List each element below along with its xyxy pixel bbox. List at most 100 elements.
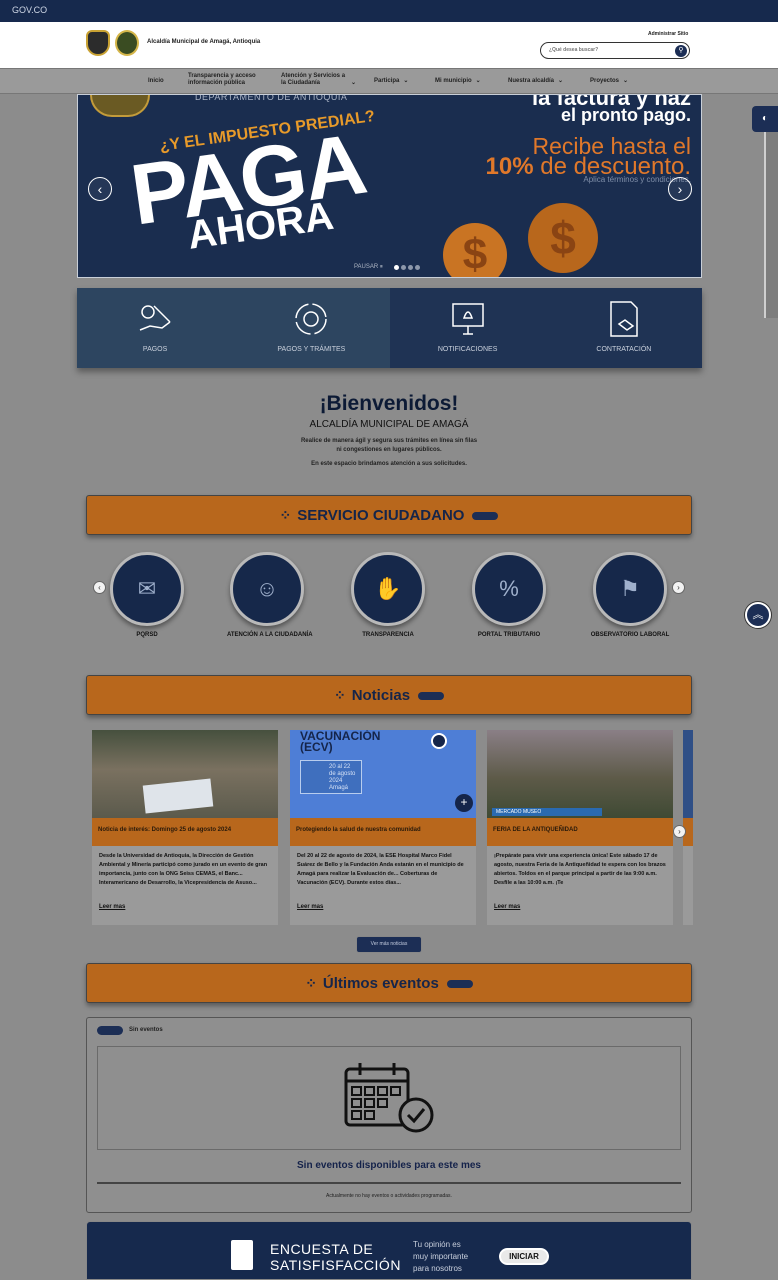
calendar-check-icon bbox=[344, 1063, 434, 1133]
services-next-button[interactable]: › bbox=[672, 581, 685, 594]
nav-item-atencion[interactable]: Atención y Servicios a la Ciudadanía ⌄ bbox=[281, 73, 356, 87]
divider bbox=[97, 1182, 681, 1184]
nav-item-mi-municipio[interactable]: Mi municipio ⌄ bbox=[435, 78, 481, 85]
quick-access-label: CONTRATACIÓN bbox=[596, 346, 652, 353]
coin-icon: $ bbox=[443, 223, 507, 277]
news-card[interactable]: Noticia de interés: Domingo 25 de agosto… bbox=[92, 730, 278, 925]
read-more-link[interactable]: Leer mas bbox=[297, 904, 323, 910]
satisfaction-survey-banner: ENCUESTA DE SATISFISFACCIÓN Tu opinión es… bbox=[86, 1221, 692, 1280]
service-item-atencion[interactable]: ☺ ATENCIÓN A LA CIUDADANÍA bbox=[227, 552, 313, 638]
events-calendar-box bbox=[97, 1046, 681, 1150]
events-empty-sub: Actualmente no hay eventos o actividades… bbox=[326, 1193, 452, 1199]
news-description: Del 20 al 22 de agosto de 2024, la ESE H… bbox=[297, 853, 464, 886]
welcome-text: Realice de manera ágil y segura sus trám… bbox=[300, 438, 478, 453]
welcome-title: ¡Bienvenidos! bbox=[319, 392, 459, 415]
chat-bubbles-icon: ✉ bbox=[110, 552, 184, 626]
events-panel: Sin eventos Sin eventos disponibles para… bbox=[86, 1017, 692, 1213]
quick-access-bar: PAGOS PAGOS Y TRÁMITES NOTIFICACIONES CO… bbox=[77, 288, 702, 368]
quick-access-label: NOTIFICACIONES bbox=[437, 346, 498, 353]
hero-slider[interactable]: DEPARTAMENTO DE ANTIOQUIA ¿Y EL IMPUESTO… bbox=[77, 94, 702, 278]
events-empty-message: Sin eventos disponibles para este mes bbox=[297, 1160, 481, 1171]
survey-start-button[interactable]: INICIAR bbox=[499, 1248, 549, 1265]
handshake-icon: ✋ bbox=[351, 552, 425, 626]
service-item-transparencia[interactable]: ✋ TRANSPARENCIA bbox=[348, 552, 428, 638]
payment-hand-icon bbox=[139, 305, 171, 331]
nav-item-transparencia[interactable]: Transparencia y acceso información públi… bbox=[188, 73, 260, 87]
quick-access-pagos[interactable]: PAGOS bbox=[77, 288, 234, 368]
services-prev-button[interactable]: ‹ bbox=[93, 581, 106, 594]
dots-icon: ⁘ bbox=[305, 975, 317, 991]
search-icon[interactable]: ⚲ bbox=[675, 45, 687, 57]
slider-prev-button[interactable]: ‹ bbox=[88, 177, 112, 201]
slider-dot[interactable] bbox=[415, 265, 420, 270]
admin-site-link[interactable]: Administrar Sitio bbox=[648, 31, 688, 37]
chevron-down-icon: ⌄ bbox=[558, 78, 564, 84]
news-card[interactable]: VACUNACIÓN (ECV) 20 al 22 de agosto 2024… bbox=[290, 730, 476, 925]
slider-pause-button[interactable]: PAUSAR ⏸ bbox=[354, 264, 383, 271]
decor-pill bbox=[418, 692, 445, 701]
service-item-observatorio[interactable]: ⚑ OBSERVATORIO LABORAL bbox=[590, 552, 670, 638]
service-item-pqrsd[interactable]: ✉ PQRSD bbox=[107, 552, 187, 638]
monitor-bell-icon bbox=[451, 303, 484, 335]
section-title: SERVICIO CIUDADANO bbox=[297, 507, 465, 524]
person-desk-icon: ☺ bbox=[230, 552, 304, 626]
secondary-seal-logo[interactable] bbox=[115, 30, 139, 56]
news-card[interactable]: MERCADO MUSEO FERIA DE LA ANTIQUEÑIDAD ¡… bbox=[487, 730, 673, 925]
decor-pill bbox=[472, 512, 499, 521]
search-box: ⚲ bbox=[540, 42, 690, 59]
quick-access-label: PAGOS Y TRÁMITES bbox=[277, 346, 346, 353]
back-to-top-button[interactable]: ︽ bbox=[745, 602, 771, 628]
quick-access-pagos-tramites[interactable]: PAGOS Y TRÁMITES bbox=[233, 288, 390, 368]
news-description: ¡Prepárate para vivir una experiencia ún… bbox=[494, 853, 666, 886]
slider-department: DEPARTAMENTO DE ANTIOQUIA bbox=[195, 94, 348, 102]
events-tag-toggle[interactable] bbox=[97, 1026, 123, 1035]
read-more-link[interactable]: Leer mas bbox=[494, 904, 520, 910]
dots-icon: ⁘ bbox=[333, 687, 346, 703]
slider-dot[interactable] bbox=[408, 265, 413, 270]
gov-co-bar[interactable]: GOV.CO bbox=[0, 0, 778, 22]
accessibility-button[interactable]: ◐ bbox=[752, 106, 778, 132]
quick-access-label: PAGOS bbox=[142, 346, 168, 353]
more-news-button[interactable]: Ver más noticias bbox=[356, 936, 422, 953]
slider-dot[interactable] bbox=[394, 265, 399, 270]
news-image: MERCADO MUSEO bbox=[487, 730, 673, 818]
chevron-down-icon: ⌄ bbox=[475, 78, 481, 84]
quick-access-contratacion[interactable]: CONTRATACIÓN bbox=[545, 288, 702, 368]
quick-access-notificaciones[interactable]: NOTIFICACIONES bbox=[389, 288, 546, 368]
welcome-subtitle: ALCALDÍA MUNICIPAL DE AMAGÁ bbox=[309, 419, 469, 430]
read-more-link[interactable]: Leer mas bbox=[99, 904, 125, 910]
slider-dot[interactable] bbox=[401, 265, 406, 270]
service-item-portal-tributario[interactable]: % PORTAL TRIBUTARIO bbox=[469, 552, 549, 638]
nav-item-proyectos[interactable]: Proyectos ⌄ bbox=[590, 78, 628, 85]
chevron-down-icon: ⌄ bbox=[403, 78, 409, 84]
news-description: Desde la Universidad de Antioquia, la Di… bbox=[99, 853, 268, 886]
chevron-down-icon: ⌄ bbox=[623, 78, 629, 84]
side-panel-tab[interactable] bbox=[764, 132, 778, 318]
news-title: Protegiendo la salud de nuestra comunida… bbox=[290, 818, 476, 846]
nav-item-inicio[interactable]: Inicio bbox=[148, 78, 164, 85]
contract-handshake-icon bbox=[610, 301, 638, 337]
section-title: Últimos eventos bbox=[322, 975, 439, 992]
gov-co-label[interactable]: GOV.CO bbox=[12, 5, 47, 15]
search-input[interactable] bbox=[549, 47, 669, 53]
municipal-coat-of-arms-logo[interactable] bbox=[86, 30, 110, 56]
gear-cycle-icon bbox=[295, 303, 328, 335]
events-tag-label: Sin eventos bbox=[129, 1027, 163, 1033]
news-image bbox=[92, 730, 278, 818]
coin-icon: $ bbox=[528, 203, 598, 273]
nav-item-nuestra-alcaldia[interactable]: Nuestra alcaldía ⌄ bbox=[508, 78, 563, 85]
slider-next-button[interactable]: › bbox=[668, 177, 692, 201]
survey-title: ENCUESTA DE SATISFISFACCIÓN bbox=[270, 1241, 401, 1273]
org-name: Alcaldía Municipal de Amagá, Antioquia bbox=[147, 39, 261, 45]
laptop-percent-icon: % bbox=[472, 552, 546, 626]
section-header-eventos: ⁘ Últimos eventos bbox=[86, 963, 692, 1003]
document-icon bbox=[231, 1240, 253, 1270]
slider-right-text-2: el pronto pago. bbox=[561, 105, 691, 125]
section-title: Noticias bbox=[351, 687, 411, 704]
department-seal-logo bbox=[90, 95, 150, 117]
chevron-down-icon: ⌄ bbox=[351, 80, 357, 86]
news-next-button[interactable]: › bbox=[673, 825, 686, 838]
news-image: VACUNACIÓN (ECV) 20 al 22 de agosto 2024… bbox=[290, 730, 476, 818]
site-header: Alcaldía Municipal de Amagá, Antioquia A… bbox=[0, 22, 778, 68]
nav-item-participa[interactable]: Participa ⌄ bbox=[374, 78, 408, 85]
